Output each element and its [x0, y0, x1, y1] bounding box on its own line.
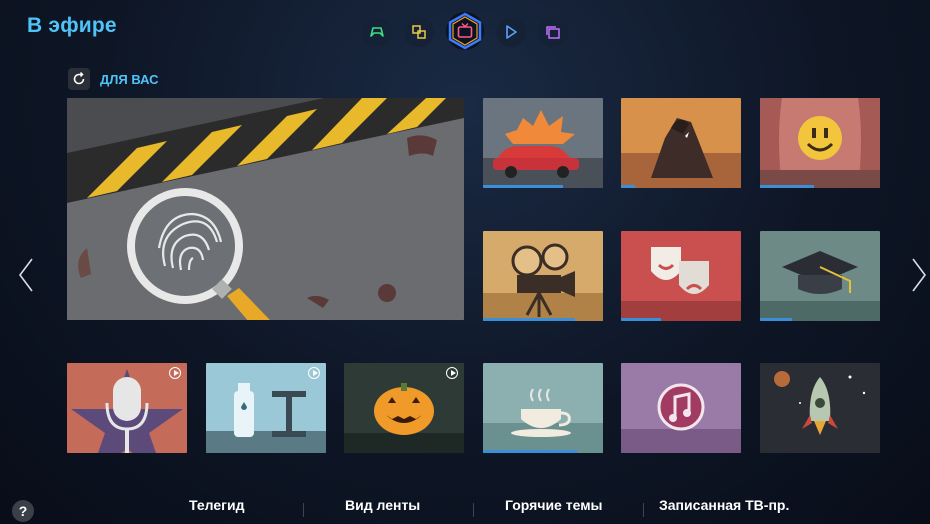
apps-icon [546, 26, 560, 39]
tile-rocket-space[interactable] [760, 363, 880, 453]
tile-theatre-masks[interactable] [621, 231, 741, 321]
multiscreen-icon [412, 25, 426, 39]
menu-separator [303, 503, 304, 517]
nav-multiscreen-button[interactable] [404, 17, 434, 47]
play-badge-icon [308, 367, 320, 379]
play-icon [506, 25, 517, 39]
nav-video-button[interactable] [496, 17, 526, 47]
tile-film-camera[interactable] [483, 231, 603, 321]
menu-item-feed-view[interactable]: Вид ленты [345, 497, 420, 513]
play-badge-icon [169, 367, 181, 379]
page-title: В эфире [27, 14, 117, 37]
tile-coffee-cup[interactable] [483, 363, 603, 453]
tile-graduation-cap[interactable] [760, 231, 880, 321]
watch-progress-bar [621, 185, 636, 188]
section-label: ДЛЯ ВАС [100, 71, 159, 87]
tile-fitness[interactable] [206, 363, 326, 453]
watch-progress-bar [760, 185, 814, 188]
nav-apps-button[interactable] [538, 17, 568, 47]
featured-tile-fingerprint[interactable] [67, 98, 464, 320]
watch-progress-bar [483, 318, 576, 321]
help-button[interactable]: ? [12, 500, 34, 522]
refresh-icon [73, 72, 85, 85]
bottom-menu: Телегид Вид ленты Горячие темы Записанна… [0, 497, 930, 519]
tile-smiley-stage[interactable] [760, 98, 880, 188]
tile-microphone[interactable] [67, 363, 187, 453]
menu-separator [643, 503, 644, 517]
nav-games-button[interactable] [362, 17, 392, 47]
menu-separator [473, 503, 474, 517]
tv-icon [448, 12, 482, 50]
tile-music-note[interactable] [621, 363, 741, 453]
refresh-button[interactable] [68, 68, 90, 90]
menu-item-hot-topics[interactable]: Горячие темы [505, 497, 603, 513]
top-navigation [362, 12, 568, 50]
for-you-section-header: ДЛЯ ВАС [68, 68, 159, 90]
watch-progress-bar [760, 318, 793, 321]
tile-dark-silhouette[interactable] [621, 98, 741, 188]
next-page-arrow-icon[interactable] [911, 258, 927, 292]
watch-progress-bar [483, 450, 577, 453]
watch-progress-bar [621, 318, 661, 321]
gamepad-icon [370, 27, 384, 37]
menu-item-tv-guide[interactable]: Телегид [189, 497, 244, 513]
tile-halloween-pumpkin[interactable] [344, 363, 464, 453]
previous-page-arrow-icon[interactable] [18, 258, 34, 292]
play-badge-icon [446, 367, 458, 379]
menu-item-recorded-tv[interactable]: Записанная ТВ-пр. [659, 497, 789, 513]
watch-progress-bar [483, 185, 564, 188]
tile-car-action[interactable] [483, 98, 603, 188]
nav-tv-button[interactable] [446, 12, 484, 50]
